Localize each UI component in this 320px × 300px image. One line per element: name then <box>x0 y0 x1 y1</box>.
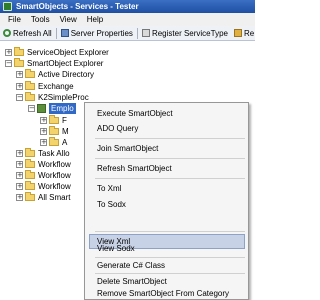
expand-icon[interactable]: + <box>16 183 23 190</box>
toolbar-separator <box>136 27 138 39</box>
tree-node-label: A <box>62 138 68 147</box>
folder-icon <box>25 92 35 101</box>
expand-icon[interactable]: + <box>16 161 23 168</box>
tree-node-exchange[interactable]: + Exchange <box>16 81 74 92</box>
refresh-all-label: Refresh All <box>13 28 52 38</box>
app-icon <box>3 2 12 11</box>
tree-node-smartobject-explorer[interactable]: − SmartObject Explorer <box>5 58 103 69</box>
tree-node-label: Workflow <box>38 182 71 191</box>
folder-icon <box>49 115 59 124</box>
register-button[interactable]: Re <box>231 27 255 40</box>
tree-node-label: SmartObject Explorer <box>27 59 104 68</box>
folder-icon <box>25 170 35 179</box>
folder-icon <box>25 148 35 157</box>
expand-icon[interactable]: + <box>40 128 47 135</box>
tree-node-label: Emplo <box>49 103 76 114</box>
folder-icon <box>49 137 59 146</box>
collapse-icon[interactable]: − <box>5 60 12 67</box>
folder-icon <box>14 58 24 67</box>
menu-item-view-sodx[interactable]: View Sodx <box>97 242 135 255</box>
expand-icon[interactable]: + <box>16 194 23 201</box>
server-icon <box>60 29 69 37</box>
tree-node-workflow[interactable]: + Workflow <box>16 159 71 170</box>
server-properties-label: Server Properties <box>70 28 133 38</box>
collapse-icon[interactable]: − <box>28 105 35 112</box>
register-key-icon <box>233 29 242 37</box>
menu-separator <box>95 273 245 274</box>
tree-node-label: Task Allo <box>38 149 70 158</box>
folder-icon <box>14 47 24 56</box>
tree-node-task-allocation[interactable]: + Task Allo <box>16 148 70 159</box>
tree-node-all-smartobjects[interactable]: + All Smart <box>16 192 70 203</box>
menu-item-refresh-smartobject[interactable]: Refresh SmartObject <box>97 162 172 175</box>
menu-separator <box>95 138 245 139</box>
expand-icon[interactable]: + <box>16 172 23 179</box>
tree-node-label: Workflow <box>38 160 71 169</box>
tree-node-a[interactable]: + A <box>40 137 67 148</box>
expand-icon[interactable]: + <box>16 83 23 90</box>
tree-node-label: M <box>62 127 69 136</box>
register-service-type-label: Register ServiceType <box>151 28 228 38</box>
refresh-all-button[interactable]: Refresh All <box>0 27 55 40</box>
menu-view[interactable]: View <box>55 13 82 26</box>
expand-icon[interactable]: + <box>16 150 23 157</box>
register-service-type-button[interactable]: Register ServiceType <box>139 27 231 40</box>
menu-separator <box>95 178 245 179</box>
smartobject-icon <box>37 104 46 113</box>
menu-item-execute-smartobject[interactable]: Execute SmartObject <box>97 107 173 120</box>
tree-node-label: ServiceObject Explorer <box>27 48 109 57</box>
menu-item-join-smartobject[interactable]: Join SmartObject <box>97 142 158 155</box>
toolbar: Refresh All Server Properties Register S… <box>0 26 255 41</box>
folder-icon <box>25 181 35 190</box>
menu-separator <box>95 257 245 258</box>
tree-node-label: Workflow <box>38 171 71 180</box>
expand-icon[interactable]: + <box>40 139 47 146</box>
folder-icon <box>49 126 59 135</box>
toolbar-separator <box>55 27 57 39</box>
folder-icon <box>25 69 35 78</box>
context-menu: Execute SmartObject ADO Query Join Smart… <box>84 102 249 300</box>
expand-icon[interactable]: + <box>40 117 47 124</box>
menu-bar: File Tools View Help <box>0 13 255 26</box>
expand-icon[interactable]: + <box>16 71 23 78</box>
folder-icon <box>25 192 35 201</box>
window-title: SmartObjects - Services - Tester <box>16 2 139 11</box>
collapse-icon[interactable]: − <box>16 94 23 101</box>
tree-node-serviceobject-explorer[interactable]: + ServiceObject Explorer <box>5 47 109 58</box>
register-icon <box>141 29 150 37</box>
tree-node-k2simpleproc[interactable]: − K2SimpleProc <box>16 92 89 103</box>
menu-separator <box>95 231 245 232</box>
expand-icon[interactable]: + <box>5 49 12 56</box>
folder-icon <box>25 159 35 168</box>
tree-node-label: Active Directory <box>38 70 95 79</box>
menu-item-generate-class[interactable]: Generate C# Class <box>97 259 165 272</box>
folder-icon <box>25 81 35 90</box>
tree-node-f[interactable]: + F <box>40 115 67 126</box>
tree-node-active-directory[interactable]: + Active Directory <box>16 69 94 80</box>
menu-file[interactable]: File <box>3 13 26 26</box>
tree-node-label: Exchange <box>38 82 74 91</box>
menu-tools[interactable]: Tools <box>26 13 55 26</box>
tree-node-label: F <box>62 116 67 125</box>
menu-item-to-sodx[interactable]: To Sodx <box>97 198 126 211</box>
title-bar: SmartObjects - Services - Tester <box>0 0 255 13</box>
tree-node-workflow[interactable]: + Workflow <box>16 181 71 192</box>
server-properties-button[interactable]: Server Properties <box>58 27 136 40</box>
tree-node-workflow[interactable]: + Workflow <box>16 170 71 181</box>
menu-separator <box>95 158 245 159</box>
menu-help[interactable]: Help <box>82 13 108 26</box>
refresh-icon <box>3 29 11 37</box>
tree-node-label: All Smart <box>38 193 71 202</box>
tree-node-m[interactable]: + M <box>40 126 69 137</box>
tree-node-employee[interactable]: − Emplo <box>28 103 76 114</box>
register-label: Re <box>243 28 255 38</box>
tree-node-label: K2SimpleProc <box>38 93 89 102</box>
menu-item-remove-from-category[interactable]: Remove SmartObject From Category <box>97 287 229 300</box>
menu-item-ado-query[interactable]: ADO Query <box>97 122 138 135</box>
menu-item-to-xml[interactable]: To Xml <box>97 182 121 195</box>
